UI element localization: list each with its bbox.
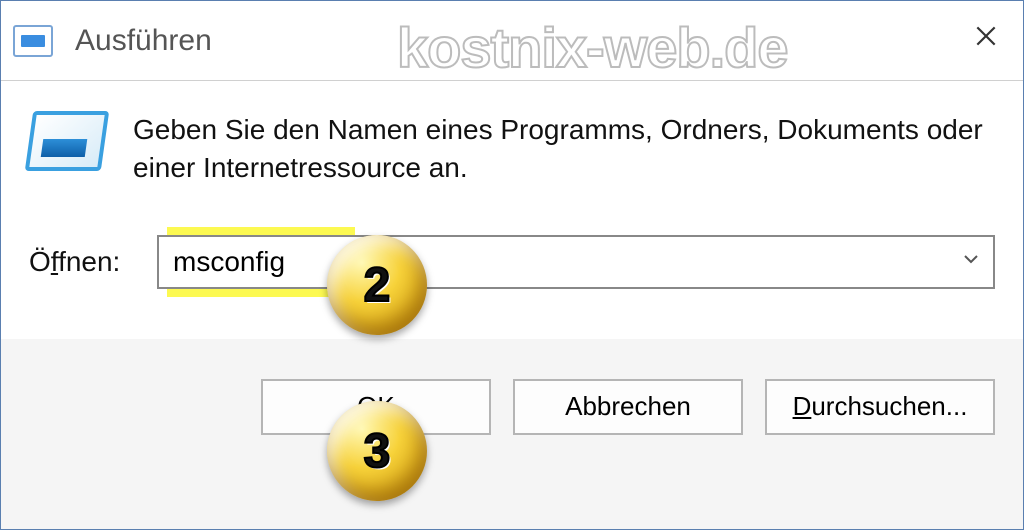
dialog-content: Geben Sie den Namen eines Programms, Ord…	[1, 81, 1023, 339]
open-row: Öffnen:	[29, 235, 995, 289]
window-title: Ausführen	[75, 24, 212, 58]
close-icon	[973, 23, 999, 49]
open-label-suffix: fnen:	[58, 246, 120, 277]
titlebar: Ausführen	[1, 1, 1023, 81]
browse-accel: D	[793, 391, 812, 421]
button-bar: OK Abbrechen Durchsuchen...	[1, 339, 1023, 475]
chevron-down-icon	[959, 247, 983, 271]
description-text: Geben Sie den Namen eines Programms, Ord…	[133, 111, 995, 187]
open-label-accel: f	[51, 246, 58, 277]
run-titlebar-icon	[13, 25, 53, 57]
browse-button[interactable]: Durchsuchen...	[765, 379, 995, 435]
browse-rest: urchsuchen...	[811, 391, 967, 421]
ok-button[interactable]: OK	[261, 379, 491, 435]
open-label: Öffnen:	[29, 246, 133, 278]
cancel-button[interactable]: Abbrechen	[513, 379, 743, 435]
close-button[interactable]	[961, 11, 1011, 61]
dropdown-button[interactable]	[959, 246, 983, 278]
run-dialog: Ausführen kostnix-web.de Geben Sie den N…	[0, 0, 1024, 530]
open-label-prefix: Ö	[29, 246, 51, 277]
open-input[interactable]	[173, 246, 979, 278]
run-icon	[29, 111, 105, 179]
open-combobox[interactable]	[157, 235, 995, 289]
